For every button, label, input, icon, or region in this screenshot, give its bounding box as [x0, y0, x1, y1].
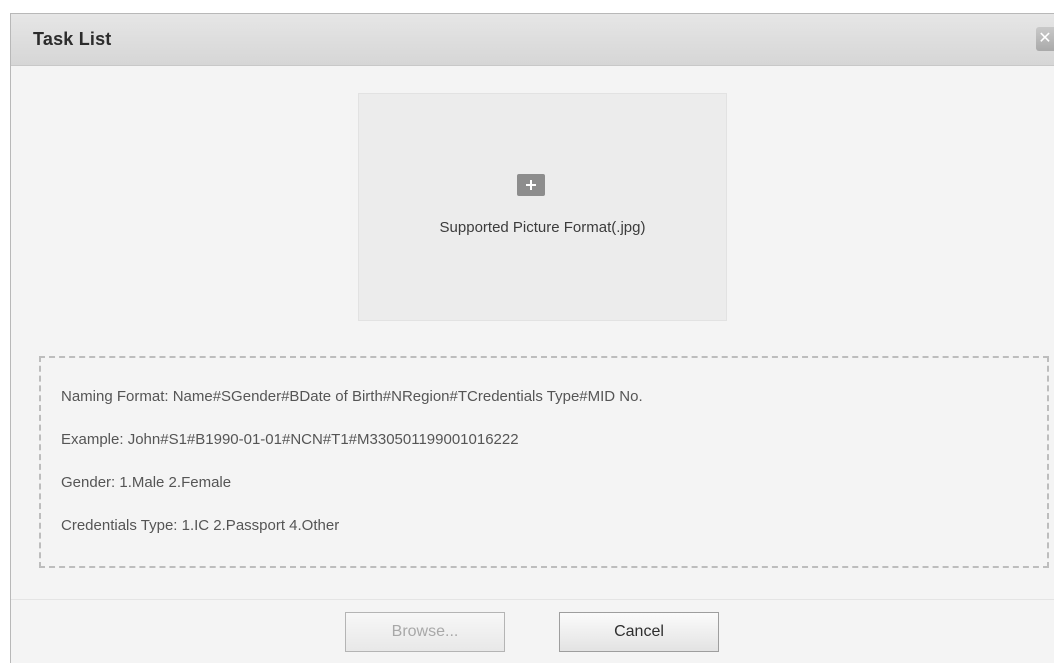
- upload-format-hint: Supported Picture Format(.jpg): [439, 219, 646, 236]
- footer-divider: [11, 599, 1054, 600]
- dialog-titlebar: Task List ✕: [11, 14, 1054, 66]
- close-icon[interactable]: ✕: [1036, 27, 1054, 51]
- browse-button[interactable]: Browse...: [345, 612, 505, 652]
- dialog-title: Task List: [33, 29, 112, 49]
- naming-format-text: Naming Format: Name#SGender#BDate of Bir…: [61, 388, 643, 405]
- credentials-type-text: Credentials Type: 1.IC 2.Passport 4.Othe…: [61, 517, 340, 534]
- gender-text: Gender: 1.Male 2.Female: [61, 474, 232, 491]
- plus-icon[interactable]: [517, 174, 545, 196]
- example-text: Example: John#S1#B1990-01-01#NCN#T1#M330…: [61, 431, 519, 448]
- task-list-dialog: Task List ✕ Supported Picture Format(.jp…: [10, 13, 1054, 663]
- naming-info-box: Naming Format: Name#SGender#BDate of Bir…: [39, 356, 1049, 568]
- picture-upload-area[interactable]: Supported Picture Format(.jpg): [358, 93, 727, 321]
- cancel-button[interactable]: Cancel: [559, 612, 719, 652]
